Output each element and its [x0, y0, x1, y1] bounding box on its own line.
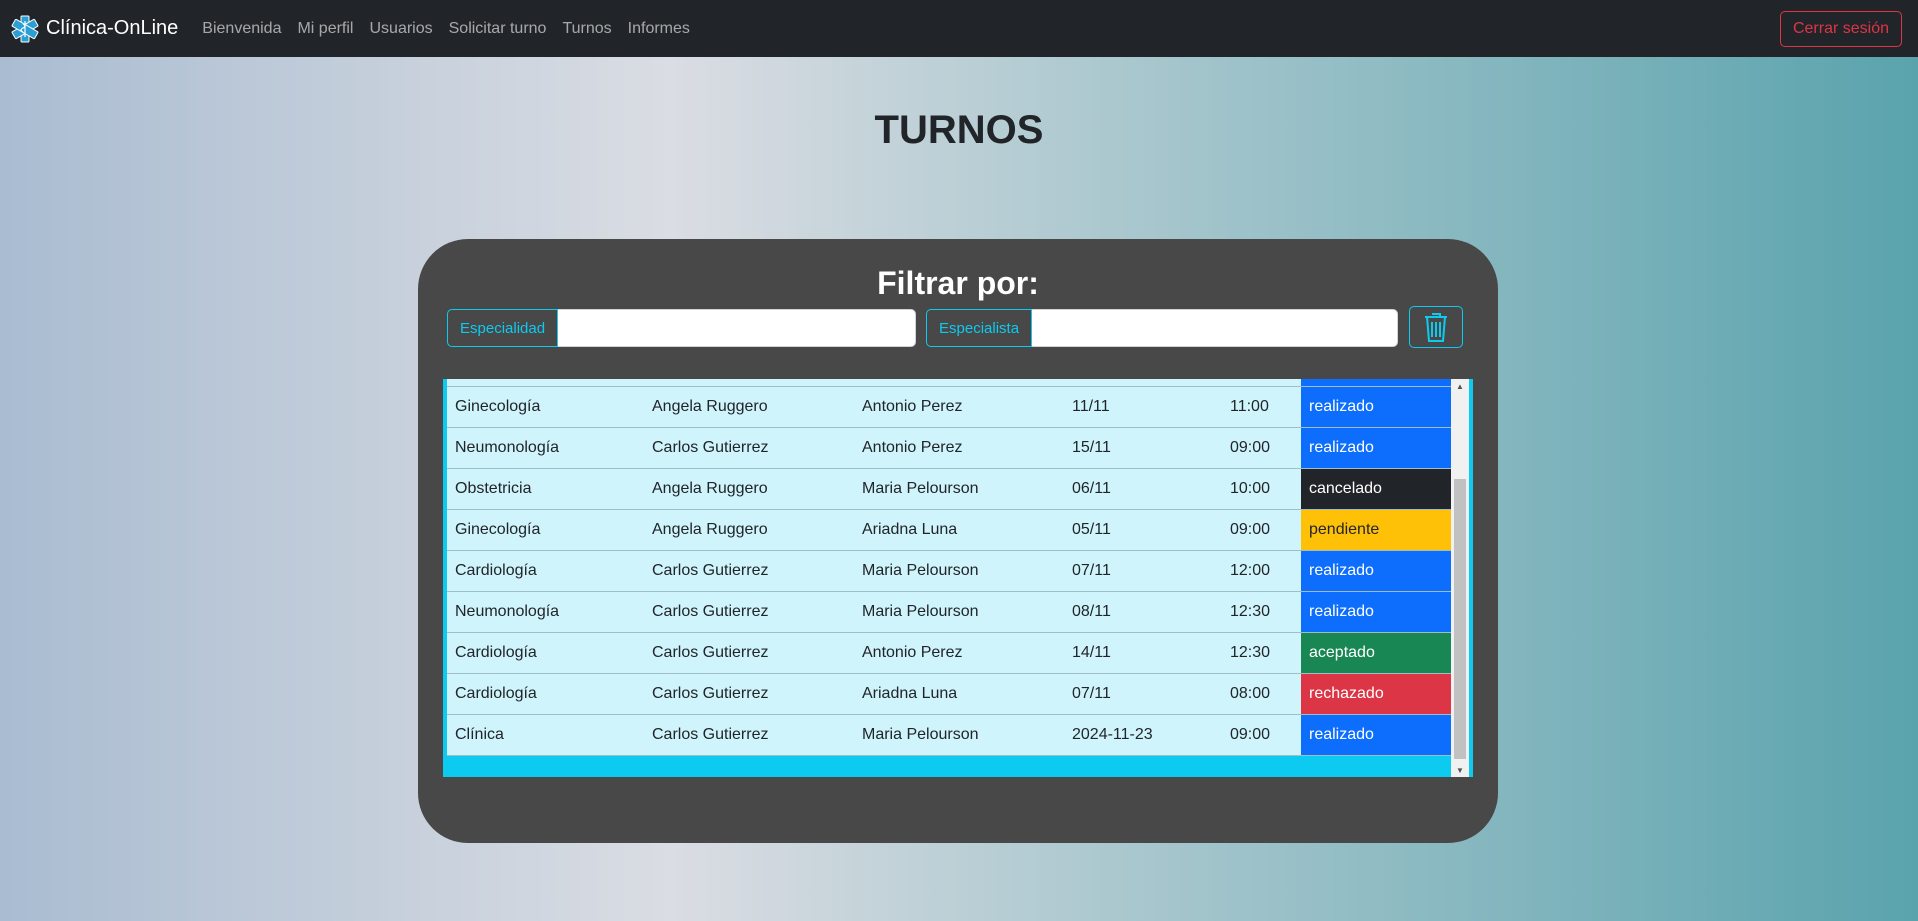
scroll-down-arrow-icon[interactable]: ▼ [1451, 763, 1469, 777]
time-cell: 11:00 [1230, 398, 1269, 415]
nav-link-mi-perfil[interactable]: Mi perfil [297, 20, 353, 38]
logout-button[interactable]: Cerrar sesión [1779, 11, 1902, 47]
date-cell: 11/11 [1072, 398, 1110, 415]
time-cell: 10:00 [1230, 480, 1271, 497]
time-cell: 08:00 [1230, 685, 1271, 702]
specialty-cell: Clínica [455, 726, 504, 743]
page-title: TURNOS [874, 108, 1044, 152]
patient-cell: Maria Pelourson [862, 480, 979, 497]
especialidad-filter: Especialidad [447, 309, 917, 347]
doctor-cell: Carlos Gutierrez [652, 644, 769, 661]
time-cell: 12:00 [1230, 562, 1271, 579]
trash-icon [1425, 313, 1447, 342]
patient-cell: Antonio Perez [862, 644, 963, 661]
date-cell: 08/11 [1072, 603, 1111, 620]
time-cell [1222, 379, 1301, 386]
date-cell: 07/11 [1072, 685, 1111, 702]
doctor-cell: Angela Ruggero [652, 480, 768, 497]
turnos-panel: Filtrar por: Especialidad Especialista G… [418, 239, 1498, 843]
table-row[interactable]: Obstetricia Angela Ruggero Maria Pelourson… [447, 469, 1451, 510]
nav-link-informes[interactable]: Informes [628, 20, 690, 38]
time-cell: 12:30 [1230, 603, 1271, 620]
status-cell [1301, 379, 1451, 386]
doctor-cell: Carlos Gutierrez [652, 685, 769, 702]
date-cell: 14/11 [1072, 644, 1111, 661]
patient-cell: Ariadna Luna [862, 521, 958, 538]
nav-link-bienvenida[interactable]: Bienvenida [202, 20, 281, 38]
doctor-cell: Carlos Gutierrez [652, 439, 769, 456]
specialty-cell: Ginecología [455, 398, 541, 415]
time-cell: 09:00 [1230, 521, 1271, 538]
especialidad-input[interactable] [558, 309, 917, 347]
patient-cell: Maria Pelourson [862, 562, 979, 579]
doctor-cell: Angela Ruggero [652, 521, 768, 538]
specialty-cell: Obstetricia [455, 480, 532, 497]
table-row[interactable]: Cardiología Carlos Gutierrez Antonio Perez… [447, 633, 1451, 674]
patient-cell: Maria Pelourson [862, 603, 979, 620]
date-cell: 2024-11-23 [1072, 726, 1153, 743]
date-cell: 06/11 [1072, 480, 1111, 497]
filter-title: Filtrar por: [877, 265, 1039, 301]
date-cell [1064, 379, 1222, 386]
table-row[interactable]: Cardiología Carlos Gutierrez Maria Pelours… [447, 551, 1451, 592]
time-cell: 09:00 [1230, 439, 1271, 456]
status-cell: rechazado [1301, 674, 1451, 714]
brand[interactable]: Clínica-OnLine [10, 14, 178, 44]
especialidad-label: Especialidad [447, 309, 559, 347]
specialty-cell: Neumonología [455, 603, 560, 620]
status-cell: realizado [1301, 387, 1451, 427]
doctor-cell: Carlos Gutierrez [652, 562, 769, 579]
turnos-table: Ginecología Angela Ruggero Antonio Perez 11… [447, 379, 1451, 757]
patient-cell [854, 379, 1064, 386]
medical-star-icon [11, 15, 39, 42]
scroll-thumb[interactable] [1454, 479, 1466, 759]
table-row[interactable]: Cardiología Carlos Gutierrez Ariadna Luna 0… [447, 674, 1451, 715]
specialty-cell: Ginecología [455, 521, 541, 538]
date-cell: 15/11 [1072, 439, 1111, 456]
date-cell: 05/11 [1072, 521, 1111, 538]
specialty-cell [447, 379, 644, 386]
doctor-cell: Angela Ruggero [652, 398, 768, 415]
status-cell: realizado [1301, 592, 1451, 632]
specialty-cell: Neumonología [455, 439, 560, 456]
turnos-table-container: Ginecología Angela Ruggero Antonio Perez 11… [443, 379, 1473, 777]
status-cell: pendiente [1301, 510, 1451, 550]
status-cell: aceptado [1301, 633, 1451, 673]
patient-cell: Maria Pelourson [862, 726, 979, 743]
patient-cell: Ariadna Luna [862, 685, 958, 702]
table-row[interactable]: Neumonología Carlos Gutierrez Antonio Pere… [447, 428, 1451, 469]
time-cell: 12:30 [1230, 644, 1271, 661]
specialty-cell: Cardiología [455, 644, 537, 661]
time-cell: 09:00 [1230, 726, 1271, 743]
status-cell: realizado [1301, 551, 1451, 591]
especialista-filter: Especialista [926, 309, 1399, 347]
nav-links: Bienvenida Mi perfil Usuarios Solicitar … [194, 20, 698, 38]
status-cell: realizado [1301, 715, 1451, 755]
especialista-label: Especialista [926, 309, 1033, 347]
patient-cell: Antonio Perez [862, 398, 963, 415]
patient-cell: Antonio Perez [862, 439, 963, 456]
doctor-cell [644, 379, 854, 386]
table-row[interactable]: Ginecología Angela Ruggero Antonio Perez 11… [447, 387, 1451, 428]
clear-filters-button[interactable] [1409, 306, 1463, 348]
doctor-cell: Carlos Gutierrez [652, 603, 769, 620]
brand-name: Clínica-OnLine [46, 17, 179, 39]
table-row[interactable]: Neumonología Carlos Gutierrez Maria Pelour… [447, 592, 1451, 633]
table-scrollbar[interactable]: ▲ ▼ [1451, 379, 1469, 777]
nav-link-solicitar-turno[interactable]: Solicitar turno [449, 20, 547, 38]
scroll-up-arrow-icon[interactable]: ▲ [1451, 379, 1469, 393]
navbar: Clínica-OnLine Bienvenida Mi perfil Usua… [0, 0, 1918, 57]
specialty-cell: Cardiología [455, 562, 537, 579]
doctor-cell: Carlos Gutierrez [652, 726, 769, 743]
date-cell: 07/11 [1072, 562, 1111, 579]
table-row[interactable]: Clínica Carlos Gutierrez Maria Pelourson 20… [447, 715, 1451, 756]
table-row[interactable]: Ginecología Angela Ruggero Ariadna Luna 05/… [447, 510, 1451, 551]
nav-link-usuarios[interactable]: Usuarios [369, 20, 432, 38]
status-cell: cancelado [1301, 469, 1451, 509]
specialty-cell: Cardiología [455, 685, 537, 702]
table-row[interactable] [447, 379, 1451, 387]
nav-link-turnos[interactable]: Turnos [562, 20, 611, 38]
status-cell: realizado [1301, 428, 1451, 468]
especialista-input[interactable] [1032, 309, 1399, 347]
